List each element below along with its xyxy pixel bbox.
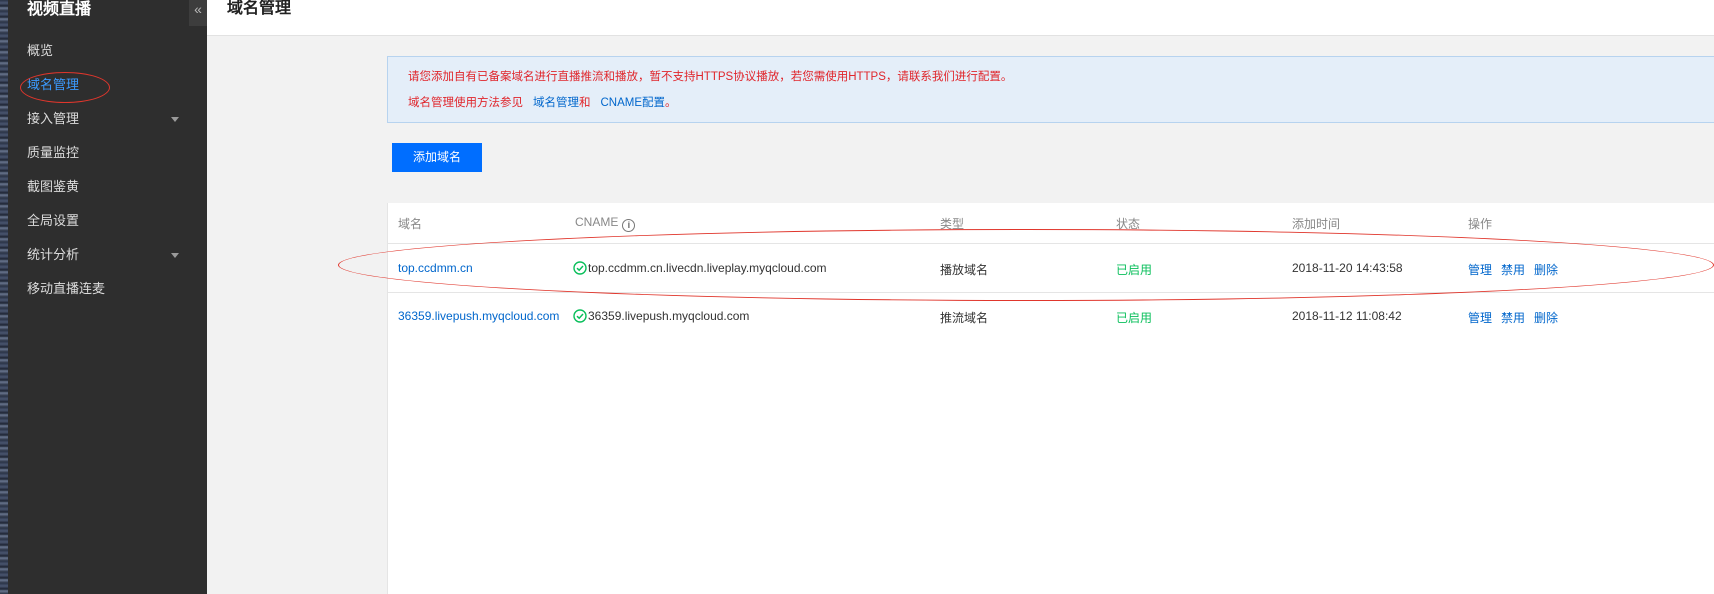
- sidebar-item-label: 接入管理: [27, 111, 80, 126]
- cname-config-link[interactable]: CNAME配置: [601, 97, 666, 109]
- cname-value: 36359.livepush.myqcloud.com: [588, 309, 750, 323]
- table-row: top.ccdmm.cn top.ccdmm.cn.livecdn.livepl…: [388, 245, 1714, 293]
- sidebar-item-label: 移动直播连麦: [27, 281, 106, 296]
- cname-cell: 36359.livepush.myqcloud.com: [573, 309, 749, 323]
- column-header-domain: 域名: [398, 217, 423, 231]
- chevron-down-icon: [171, 253, 179, 258]
- notice-help-prefix: 域名管理使用方法参见: [408, 97, 523, 109]
- check-circle-icon: [573, 261, 587, 275]
- sidebar-item-mobile-live-mic[interactable]: 移动直播连麦: [8, 272, 207, 306]
- table-row: 36359.livepush.myqcloud.com 36359.livepu…: [388, 293, 1714, 341]
- sidebar-item-overview[interactable]: 概览: [8, 34, 207, 68]
- disable-button[interactable]: 禁用: [1501, 263, 1525, 277]
- sidebar-nav: 概览 域名管理 接入管理 质量监控 截图鉴黄 全局设置 统计分析 移动直播连麦: [8, 34, 207, 306]
- notice-and: 和: [579, 97, 591, 109]
- sidebar-item-label: 概览: [27, 43, 54, 58]
- sidebar-title: 视频直播: [27, 1, 92, 18]
- cname-cell: top.ccdmm.cn.livecdn.liveplay.myqcloud.c…: [573, 261, 827, 275]
- column-header-type: 类型: [940, 217, 965, 231]
- column-header-cname-label: CNAME: [575, 215, 619, 229]
- sidebar-item-label: 全局设置: [27, 213, 80, 228]
- table-header: 域名 CNAME i 类型 状态 添加时间 操作: [388, 203, 1714, 244]
- domain-table: 域名 CNAME i 类型 状态 添加时间 操作 top.ccdmm.cn top…: [387, 203, 1714, 594]
- sidebar-item-domain-management[interactable]: 域名管理: [8, 68, 207, 102]
- actions-cell: 管理 禁用 删除: [1468, 261, 1567, 278]
- info-icon[interactable]: i: [622, 219, 636, 232]
- notice-help-line: 域名管理使用方法参见 域名管理和 CNAME配置。: [408, 94, 677, 110]
- domain-link[interactable]: top.ccdmm.cn: [398, 261, 473, 275]
- page-title: 域名管理: [227, 0, 292, 17]
- domain-management-link[interactable]: 域名管理: [533, 97, 579, 109]
- sidebar-item-access-management[interactable]: 接入管理: [8, 102, 207, 136]
- sidebar: 视频直播 « 概览 域名管理 接入管理 质量监控 截图鉴黄 全局设置 统计分析 …: [8, 0, 207, 594]
- added-time-cell: 2018-11-20 14:43:58: [1292, 261, 1403, 275]
- sidebar-item-label: 统计分析: [27, 247, 80, 262]
- type-cell: 推流域名: [940, 311, 989, 325]
- sidebar-item-label: 域名管理: [27, 77, 80, 92]
- column-header-status: 状态: [1116, 217, 1141, 231]
- manage-button[interactable]: 管理: [1468, 263, 1492, 277]
- type-cell: 播放域名: [940, 263, 989, 277]
- sidebar-item-quality-monitoring[interactable]: 质量监控: [8, 136, 207, 170]
- notice-banner: 请您添加自有已备案域名进行直播推流和播放，暂不支持HTTPS协议播放，若您需使用…: [387, 56, 1714, 123]
- sidebar-item-label: 质量监控: [27, 145, 80, 160]
- status-badge: 已启用: [1116, 311, 1153, 325]
- sidebar-item-global-settings[interactable]: 全局设置: [8, 204, 207, 238]
- notice-text: 请您添加自有已备案域名进行直播推流和播放，暂不支持HTTPS协议播放，若您需使用…: [408, 71, 1013, 83]
- collapse-sidebar-icon[interactable]: «: [189, 0, 207, 26]
- background-edge: [0, 0, 8, 594]
- cname-value: top.ccdmm.cn.livecdn.liveplay.myqcloud.c…: [588, 261, 827, 275]
- sidebar-item-screenshot-moderation[interactable]: 截图鉴黄: [8, 170, 207, 204]
- manage-button[interactable]: 管理: [1468, 311, 1492, 325]
- check-circle-icon: [573, 309, 587, 323]
- add-domain-button[interactable]: 添加域名: [392, 143, 482, 172]
- chevron-down-icon: [171, 117, 179, 122]
- delete-button[interactable]: 删除: [1534, 263, 1558, 277]
- status-badge: 已启用: [1116, 263, 1153, 277]
- sidebar-item-label: 截图鉴黄: [27, 179, 80, 194]
- column-header-added-time: 添加时间: [1292, 217, 1341, 231]
- column-header-cname: CNAME i: [575, 215, 636, 232]
- actions-cell: 管理 禁用 删除: [1468, 309, 1567, 326]
- delete-button[interactable]: 删除: [1534, 311, 1558, 325]
- column-header-actions: 操作: [1468, 217, 1493, 231]
- sidebar-item-statistics[interactable]: 统计分析: [8, 238, 207, 272]
- notice-end: 。: [665, 97, 677, 109]
- domain-link[interactable]: 36359.livepush.myqcloud.com: [398, 309, 559, 323]
- added-time-cell: 2018-11-12 11:08:42: [1292, 309, 1402, 323]
- page-header: 域名管理: [207, 0, 1714, 36]
- disable-button[interactable]: 禁用: [1501, 311, 1525, 325]
